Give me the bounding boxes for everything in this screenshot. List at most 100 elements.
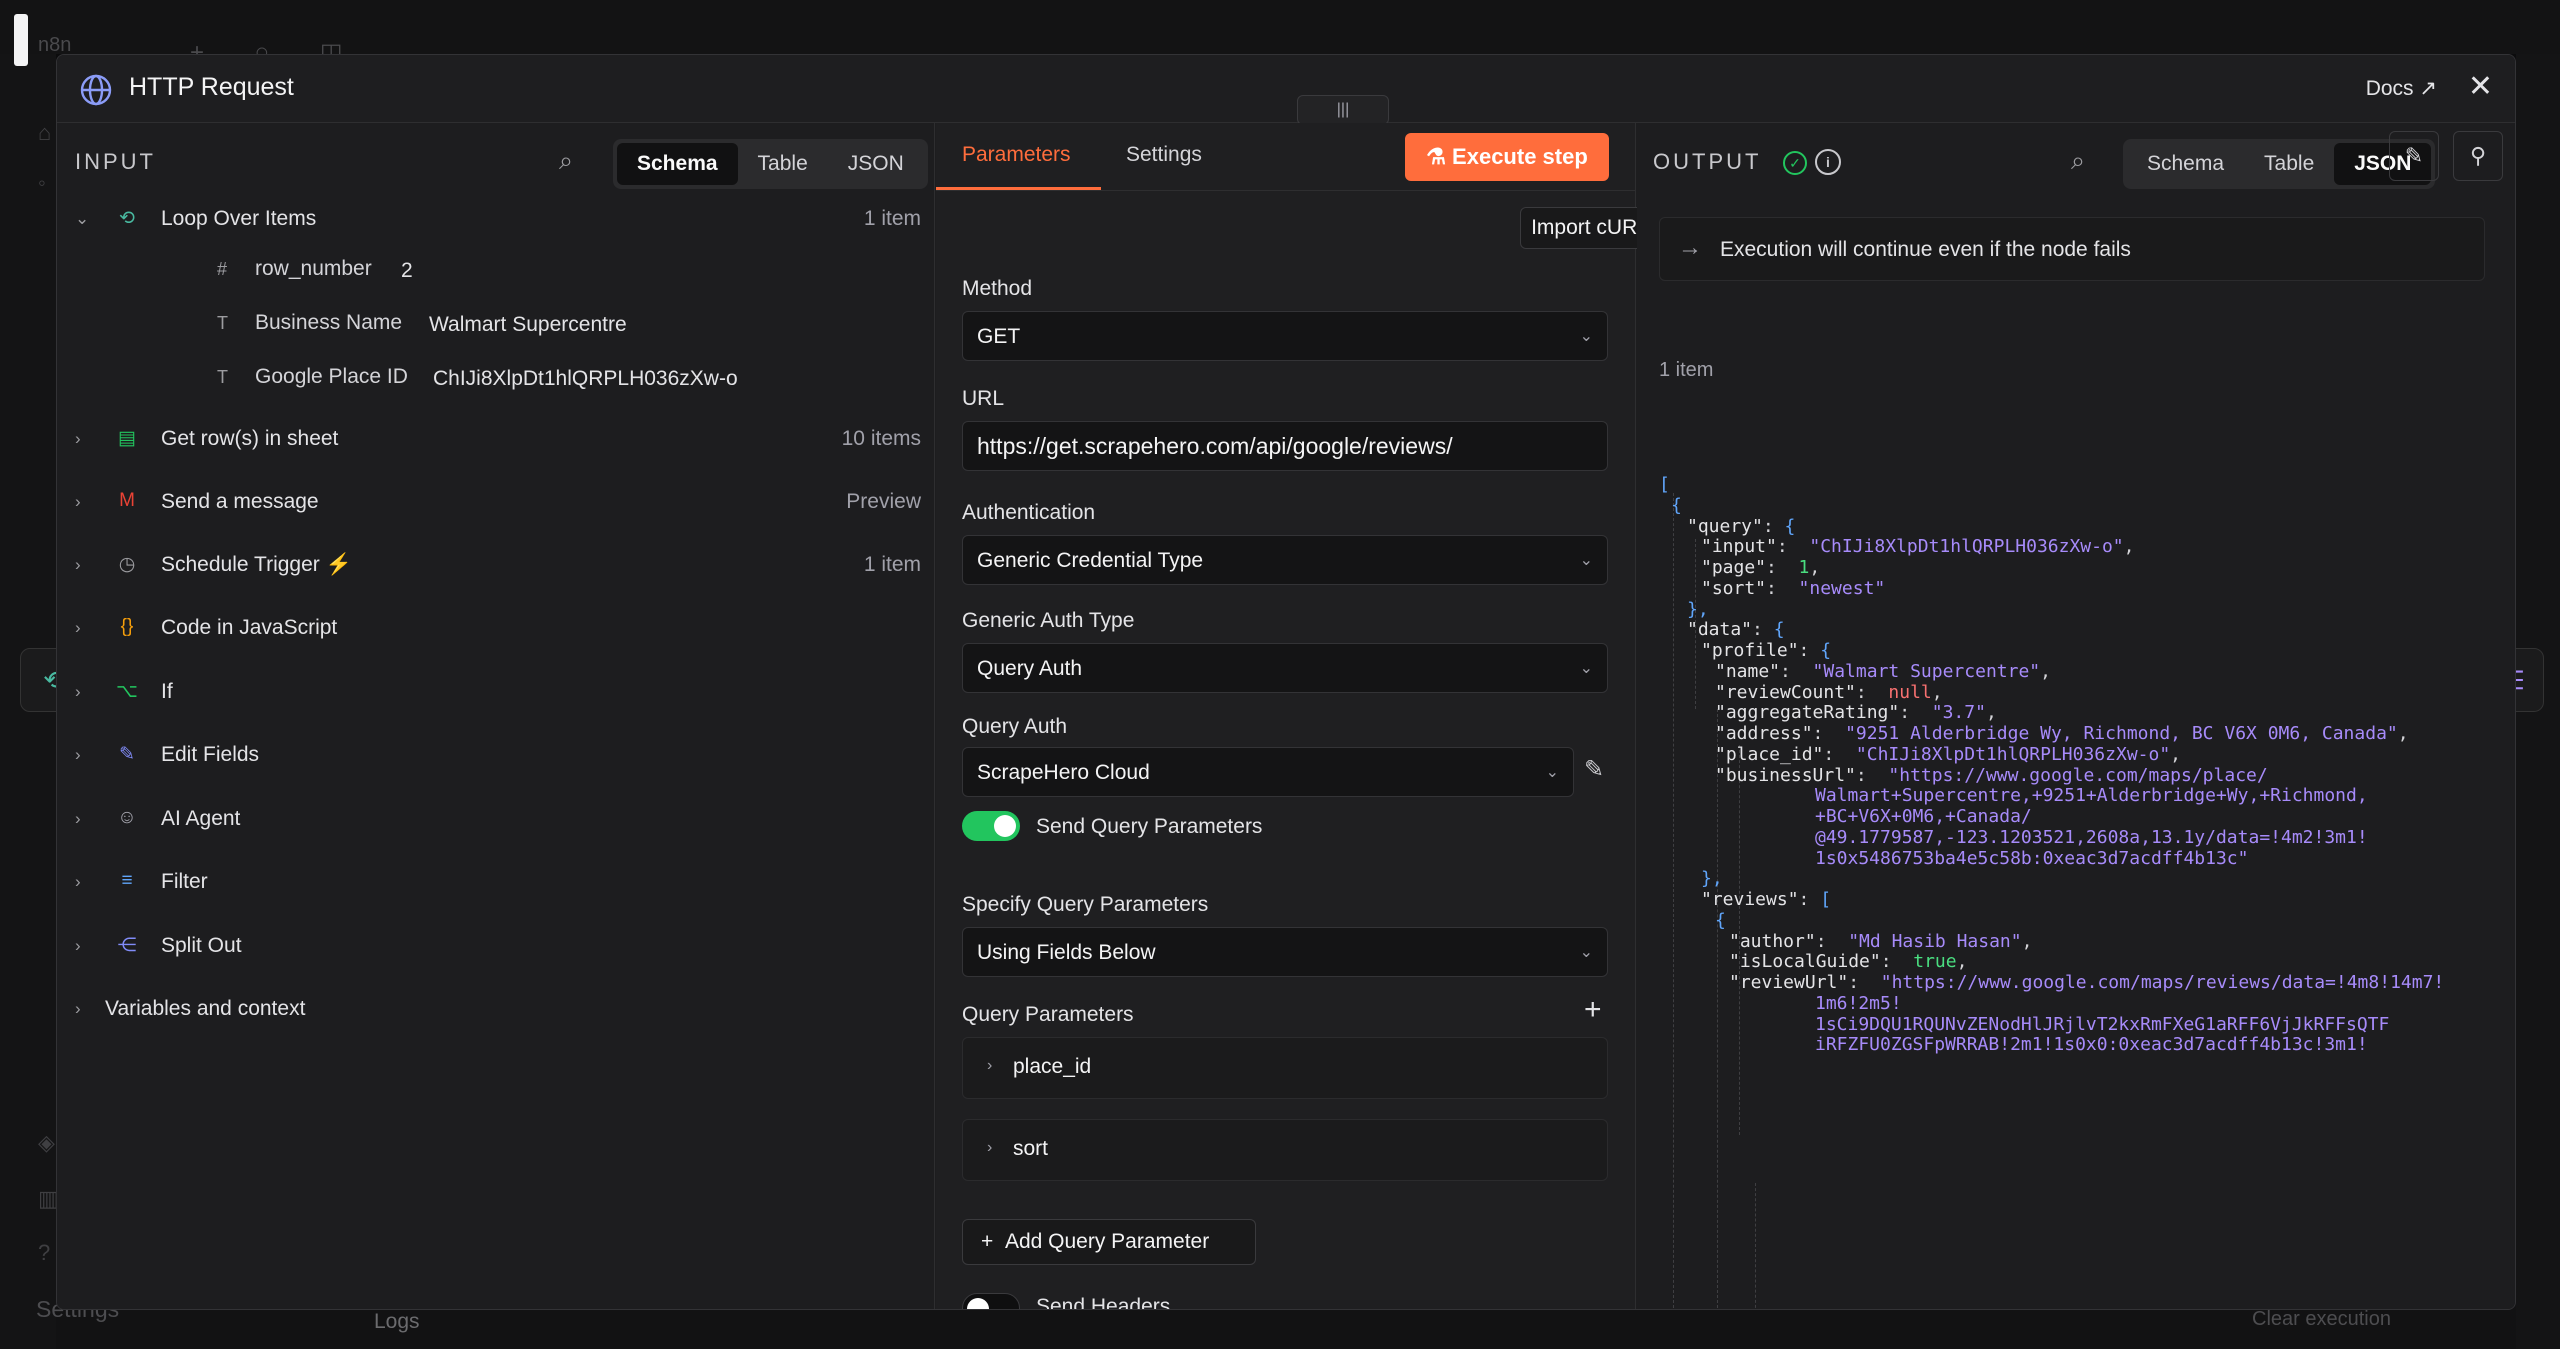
tree-node-loop-over-items[interactable]: ⌄ ⟲ Loop Over Items 1 item (57, 195, 935, 245)
field-business-name[interactable]: T Business Name Walmart Supercentre (217, 305, 917, 345)
tree-node-split-out[interactable]: › ⋲ Split Out (57, 922, 935, 972)
home-icon[interactable]: ⌂ (38, 120, 51, 146)
chevron-right-icon[interactable]: › (75, 936, 81, 956)
method-select[interactable]: GET ⌄ (962, 311, 1608, 361)
tab-schema[interactable]: Schema (617, 143, 738, 185)
tab-table[interactable]: Table (2244, 143, 2334, 185)
url-value: https://get.scrapehero.com/api/google/re… (977, 433, 1453, 459)
tree-node-ai-agent[interactable]: › ☺ AI Agent (57, 795, 935, 845)
code-icon: {} (120, 616, 134, 637)
tree-node-get-rows[interactable]: › ▤ Get row(s) in sheet 10 items (57, 415, 935, 465)
send-query-parameters-label: Send Query Parameters (1036, 815, 1263, 838)
chevron-right-icon[interactable]: › (75, 429, 81, 449)
json-token: [ (1820, 889, 1832, 910)
pin-data-button[interactable]: ⚲ (2453, 131, 2503, 181)
json-token: "ChIJi8XlpDt1hlQRPLH036zXw-o" (1809, 536, 2124, 558)
chevron-right-icon[interactable]: › (75, 555, 81, 575)
method-label: Method (962, 277, 1033, 300)
number-type-icon: # (217, 259, 228, 279)
chevron-right-icon[interactable]: › (75, 682, 81, 702)
field-google-place-id[interactable]: T Google Place ID ChIJi8XlpDt1hlQRPLH036… (217, 359, 917, 399)
search-icon[interactable]: ⌕ (559, 147, 573, 176)
specify-query-parameters-label: Specify Query Parameters (962, 893, 1209, 916)
authentication-value: Generic Credential Type (977, 549, 1204, 572)
tree-variables-context[interactable]: › Variables and context (57, 985, 935, 1035)
field-key: row_number (255, 257, 372, 280)
send-headers-toggle[interactable] (962, 1293, 1020, 1309)
search-icon[interactable]: ⌕ (2071, 147, 2085, 176)
add-query-parameter-label: Add Query Parameter (1004, 1230, 1210, 1253)
url-input[interactable]: https://get.scrapehero.com/api/google/re… (962, 421, 1608, 471)
info-icon[interactable]: i (1815, 149, 1841, 175)
tree-node-send-message[interactable]: › M Send a message Preview (57, 478, 935, 528)
json-token: , (2021, 930, 2033, 952)
authentication-select[interactable]: Generic Credential Type ⌄ (962, 535, 1608, 585)
node-label-text: Schedule Trigger (161, 553, 320, 576)
templates-icon[interactable]: ◈ (38, 1130, 55, 1156)
close-icon[interactable]: ✕ (2468, 69, 2493, 104)
chevron-right-icon[interactable]: › (75, 745, 81, 765)
tree-node-code[interactable]: › {} Code in JavaScript (57, 604, 935, 654)
execute-step-button[interactable]: ⚗ Execute step (1405, 133, 1609, 181)
chevron-down-icon[interactable]: ⌄ (75, 209, 89, 229)
plus-icon: + (981, 1230, 1005, 1253)
json-token: [ (1659, 474, 1670, 495)
node-label: Code in JavaScript (161, 616, 338, 639)
tree-node-edit-fields[interactable]: › ✎ Edit Fields (57, 731, 935, 781)
json-token: "sort" (1701, 577, 1767, 599)
add-icon[interactable]: + (1584, 993, 1602, 1027)
edit-credential-icon[interactable]: ✎ (1584, 755, 1604, 784)
query-parameter-sort[interactable]: › sort (962, 1119, 1608, 1181)
active-tab-indicator (936, 187, 1101, 190)
json-token: : (1798, 889, 1821, 910)
clear-execution-button[interactable]: Clear execution (2252, 1308, 2391, 1331)
json-token: , (2040, 660, 2051, 682)
generic-auth-type-label: Generic Auth Type (962, 609, 1135, 632)
item-count: 1 item (863, 553, 921, 576)
chevron-right-icon[interactable]: › (75, 492, 81, 512)
panel-resize-handle[interactable]: ||| (1297, 95, 1389, 125)
send-query-parameters-toggle[interactable] (962, 811, 1020, 841)
generic-auth-type-value: Query Auth (977, 657, 1083, 680)
tab-json[interactable]: JSON (828, 143, 924, 185)
node-label: Send a message (161, 490, 319, 513)
tree-node-filter[interactable]: › ≡ Filter (57, 858, 935, 908)
field-key: Google Place ID (255, 365, 408, 388)
chevron-right-icon[interactable]: › (75, 809, 81, 829)
bolt-icon: ⚡ (325, 553, 352, 576)
json-line: 1s0x5486753ba4e5c58b:0xeac3d7acdff4b13c" (1815, 845, 2248, 873)
window-indicator (14, 14, 28, 66)
help-icon[interactable]: ? (38, 1240, 50, 1266)
add-query-parameter-button[interactable]: + Add Query Parameter (962, 1219, 1256, 1265)
logs-label[interactable]: Logs (374, 1310, 420, 1334)
item-count: 10 items (841, 427, 921, 450)
chevron-right-icon[interactable]: › (75, 872, 81, 892)
tree-node-schedule-trigger[interactable]: › ◷ Schedule Trigger ⚡ 1 item (57, 541, 935, 591)
generic-auth-type-select[interactable]: Query Auth ⌄ (962, 643, 1608, 693)
tab-parameters[interactable]: Parameters (962, 143, 1071, 167)
chevron-right-icon[interactable]: › (75, 999, 81, 1019)
tab-settings[interactable]: Settings (1126, 143, 1202, 167)
query-parameters-label: Query Parameters (962, 1003, 1134, 1026)
json-line: { (1671, 492, 1682, 520)
item-count: 1 item (863, 207, 921, 230)
field-row-number[interactable]: # row_number 2 (217, 251, 917, 291)
user-icon[interactable]: ◦ (38, 170, 46, 196)
node-label: Edit Fields (161, 743, 260, 766)
split-icon: ⋲ (117, 935, 137, 956)
preview-label[interactable]: Preview (846, 490, 921, 514)
json-token: { (1671, 494, 1682, 516)
tab-schema[interactable]: Schema (2127, 143, 2244, 185)
tab-table[interactable]: Table (738, 143, 828, 185)
docs-link[interactable]: Docs ↗ (2366, 76, 2437, 101)
chevron-right-icon[interactable]: › (75, 618, 81, 638)
edit-output-button[interactable]: ✎ (2389, 131, 2439, 181)
output-title: OUTPUT (1653, 149, 1762, 174)
tree-node-if[interactable]: › ⌥ If (57, 668, 935, 718)
specify-query-parameters-select[interactable]: Using Fields Below ⌄ (962, 927, 1608, 977)
query-parameter-place-id[interactable]: › place_id (962, 1037, 1608, 1099)
query-auth-select[interactable]: ScrapeHero Cloud ⌄ (962, 747, 1574, 797)
json-token: , (2397, 723, 2409, 744)
node-modal: HTTP Request Docs ↗ ✕ ||| INPUT ⌕ Schema… (56, 54, 2516, 1310)
node-label: Loop Over Items (161, 207, 317, 230)
